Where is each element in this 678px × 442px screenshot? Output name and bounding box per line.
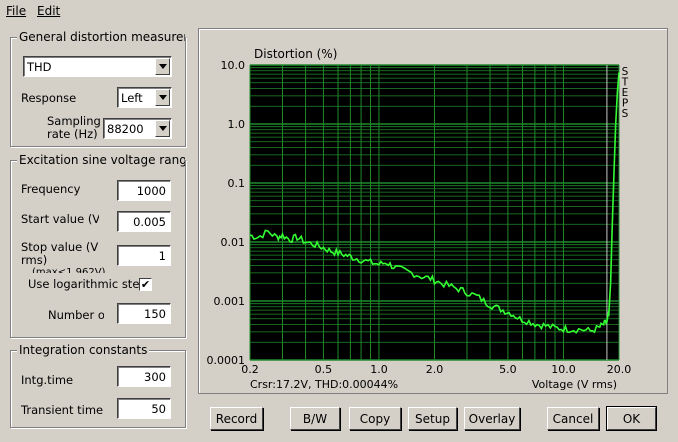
bw-button[interactable]: B/W	[290, 407, 340, 430]
y-tick-label: 0.001	[214, 295, 246, 308]
x-axis-label: Voltage (V rms)	[532, 378, 617, 391]
chart-title: Distortion (%)	[254, 47, 337, 61]
steps-label: STEPS	[621, 66, 629, 120]
steps-label-letter: S	[622, 108, 629, 120]
cancel-button[interactable]: Cancel	[547, 407, 599, 430]
y-tick-label: 0.01	[221, 236, 246, 249]
x-tick-label: 0.5	[315, 363, 333, 376]
record-button[interactable]: Record	[210, 407, 263, 430]
grid-lines	[249, 64, 620, 361]
y-tick-label: 10.0	[221, 59, 246, 72]
copy-button[interactable]: Copy	[349, 407, 401, 430]
x-tick-label: 1.0	[370, 363, 388, 376]
x-tick-label: 20.0	[607, 363, 632, 376]
y-tick-label: 0.1	[228, 177, 246, 190]
y-tick-labels: 10.0 1.0 0.1 0.01 0.001 0.0001	[207, 59, 246, 367]
x-tick-label: 5.0	[499, 363, 517, 376]
ok-button[interactable]: OK	[606, 406, 657, 431]
x-tick-label: 10.0	[551, 363, 576, 376]
y-tick-label: 1.0	[228, 118, 246, 131]
distortion-chart: 0.2 0.5 1.0 2.0 5.0 10.0 20.0 10.01.00.10.010.…	[207, 47, 632, 391]
overlay-button[interactable]: Overlay	[464, 407, 520, 430]
cursor-readout: Crsr:17.2V, THD:0.00044%	[250, 378, 398, 391]
x-tick-labels: 0.2 0.5 1.0 2.0 5.0 10.0 20.0	[241, 363, 631, 376]
setup-button[interactable]: Setup	[408, 407, 457, 430]
x-tick-label: 2.0	[426, 363, 444, 376]
y-tick-label: 0.0001	[207, 354, 246, 367]
